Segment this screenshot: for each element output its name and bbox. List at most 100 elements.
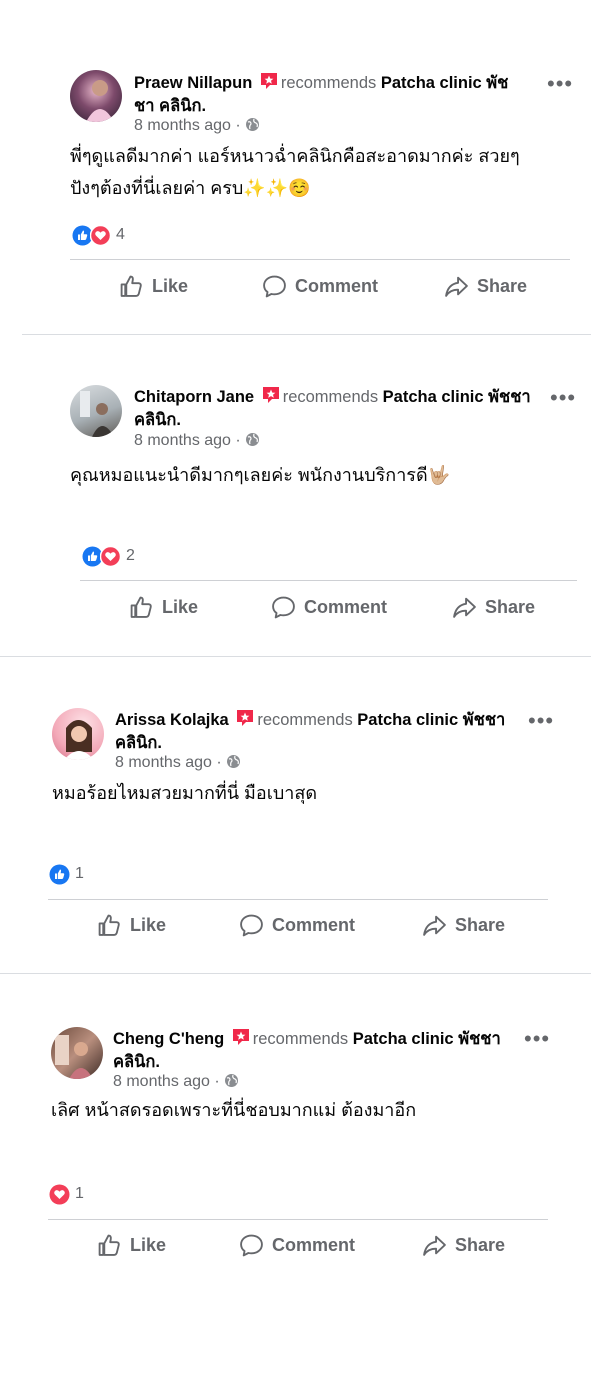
reaction-summary[interactable]: 1 bbox=[49, 1183, 84, 1205]
avatar-photo-icon bbox=[64, 720, 94, 760]
post-time[interactable]: 8 months ago bbox=[134, 117, 231, 134]
action-bar: Like Comment Share bbox=[0, 909, 591, 945]
post-text-line: หมอร้อยไหมสวยมากที่นี่ มือเบาสุด bbox=[52, 783, 318, 803]
share-icon bbox=[423, 1235, 446, 1256]
share-button[interactable]: Share bbox=[452, 595, 535, 620]
avatar-photo-icon bbox=[80, 391, 114, 437]
more-options-button[interactable]: ••• bbox=[550, 387, 576, 409]
like-reaction-icon bbox=[49, 864, 70, 884]
author-name[interactable]: Arissa Kolajka bbox=[115, 711, 229, 729]
share-label: Share bbox=[455, 1235, 506, 1255]
love-reaction-icon bbox=[49, 1184, 70, 1204]
reaction-count: 4 bbox=[116, 226, 125, 243]
post-text-line: ปังๆต้องที่นี่เลยค่า ครบ✨✨☺️ bbox=[70, 178, 311, 198]
thumbs-up-icon bbox=[98, 1234, 120, 1256]
post-header: Chitaporn Jane recommends Patcha clinic … bbox=[134, 386, 534, 431]
post-time[interactable]: 8 months ago bbox=[134, 432, 231, 449]
recommend-badge-icon bbox=[261, 386, 281, 410]
reaction-summary[interactable]: 1 bbox=[49, 863, 84, 885]
post-separator bbox=[0, 656, 591, 657]
avatar[interactable] bbox=[70, 385, 122, 437]
author-name[interactable]: Chitaporn Jane bbox=[134, 388, 254, 406]
author-name[interactable]: Praew Nillapun bbox=[134, 74, 252, 92]
thumbs-up-icon bbox=[130, 596, 152, 618]
divider bbox=[70, 259, 570, 260]
comment-icon bbox=[263, 275, 286, 298]
action-bar: Like Comment Share bbox=[0, 591, 591, 627]
avatar[interactable] bbox=[51, 1027, 103, 1079]
share-icon bbox=[453, 597, 476, 618]
reaction-count: 2 bbox=[126, 547, 135, 564]
post-header: Cheng C'heng recommends Patcha clinic พั… bbox=[113, 1028, 513, 1073]
more-options-button[interactable]: ••• bbox=[524, 1028, 550, 1050]
recommend-badge-icon bbox=[235, 709, 255, 733]
share-button[interactable]: Share bbox=[422, 913, 505, 938]
reaction-summary[interactable]: 4 bbox=[72, 224, 125, 246]
post-time[interactable]: 8 months ago bbox=[113, 1073, 210, 1090]
like-label: Like bbox=[130, 915, 167, 935]
love-reaction-icon bbox=[90, 224, 111, 246]
reaction-count: 1 bbox=[75, 1185, 84, 1202]
comment-button[interactable]: Comment bbox=[262, 274, 378, 299]
share-label: Share bbox=[485, 597, 536, 617]
thumbs-up-icon bbox=[98, 914, 120, 936]
post-text: หมอร้อยไหมสวยมากที่นี่ มือเบาสุด bbox=[52, 777, 532, 809]
share-label: Share bbox=[477, 276, 528, 296]
comment-icon bbox=[240, 1234, 263, 1257]
like-button[interactable]: Like bbox=[97, 913, 166, 938]
post-header: Praew Nillapun recommends Patcha clinic … bbox=[134, 72, 526, 117]
post-text-line: พี่ๆดูแลดีมากค่า แอร์หนาวฉ่ำคลินิกคือสะอ… bbox=[70, 146, 520, 166]
share-button[interactable]: Share bbox=[444, 274, 527, 299]
post-text: พี่ๆดูแลดีมากค่า แอร์หนาวฉ่ำคลินิกคือสะอ… bbox=[70, 140, 550, 204]
post-separator bbox=[22, 334, 591, 335]
share-icon bbox=[423, 915, 446, 936]
recommends-text: recommends bbox=[257, 711, 353, 729]
comment-button[interactable]: Comment bbox=[239, 913, 355, 938]
post-text-line: คุณหมอแนะนำดีมากๆเลยค่ะ พนักงานบริการดี🤟… bbox=[70, 465, 451, 485]
comment-button[interactable]: Comment bbox=[271, 595, 387, 620]
author-name[interactable]: Cheng C'heng bbox=[113, 1030, 224, 1048]
comment-icon bbox=[240, 914, 263, 937]
post-text: คุณหมอแนะนำดีมากๆเลยค่ะ พนักงานบริการดี🤟… bbox=[70, 459, 550, 491]
thumbs-up-icon bbox=[120, 275, 142, 297]
reaction-count: 1 bbox=[75, 865, 84, 882]
like-button[interactable]: Like bbox=[129, 595, 198, 620]
like-button[interactable]: Like bbox=[97, 1233, 166, 1258]
post-meta: 8 months ago · bbox=[134, 116, 260, 136]
post-text-line: เลิศ หน้าสดรอดเพราะที่นี่ชอบมากแม่ ต้องม… bbox=[51, 1100, 417, 1120]
comment-button[interactable]: Comment bbox=[239, 1233, 355, 1258]
globe-icon bbox=[225, 1074, 239, 1087]
like-label: Like bbox=[130, 1235, 167, 1255]
comment-label: Comment bbox=[304, 597, 388, 617]
divider bbox=[80, 580, 577, 581]
recommend-badge-icon bbox=[259, 72, 279, 96]
more-options-button[interactable]: ••• bbox=[528, 710, 554, 732]
avatar-photo-icon bbox=[86, 80, 114, 122]
post-header: Arissa Kolajka recommends Patcha clinic … bbox=[115, 709, 525, 754]
like-label: Like bbox=[162, 597, 199, 617]
post-meta: 8 months ago · bbox=[134, 431, 260, 451]
recommends-text: recommends bbox=[280, 74, 377, 92]
like-label: Like bbox=[152, 276, 189, 296]
post-time[interactable]: 8 months ago bbox=[115, 754, 212, 771]
share-icon bbox=[445, 276, 468, 297]
reaction-summary[interactable]: 2 bbox=[82, 545, 135, 567]
recommend-badge-icon bbox=[231, 1028, 251, 1052]
avatar[interactable] bbox=[70, 70, 122, 122]
post-meta: 8 months ago · bbox=[113, 1072, 239, 1092]
globe-icon bbox=[246, 118, 260, 131]
avatar[interactable] bbox=[52, 708, 104, 760]
comment-label: Comment bbox=[272, 915, 356, 935]
comment-icon bbox=[272, 596, 295, 619]
divider bbox=[48, 1219, 548, 1220]
more-options-button[interactable]: ••• bbox=[547, 73, 573, 95]
recommends-text: recommends bbox=[282, 388, 379, 406]
recommends-text: recommends bbox=[252, 1030, 349, 1048]
share-button[interactable]: Share bbox=[422, 1233, 505, 1258]
like-button[interactable]: Like bbox=[119, 274, 188, 299]
post-separator bbox=[0, 973, 591, 974]
post-text: เลิศ หน้าสดรอดเพราะที่นี่ชอบมากแม่ ต้องม… bbox=[51, 1094, 531, 1126]
comment-label: Comment bbox=[272, 1235, 356, 1255]
comment-label: Comment bbox=[295, 276, 379, 296]
divider bbox=[48, 899, 548, 900]
